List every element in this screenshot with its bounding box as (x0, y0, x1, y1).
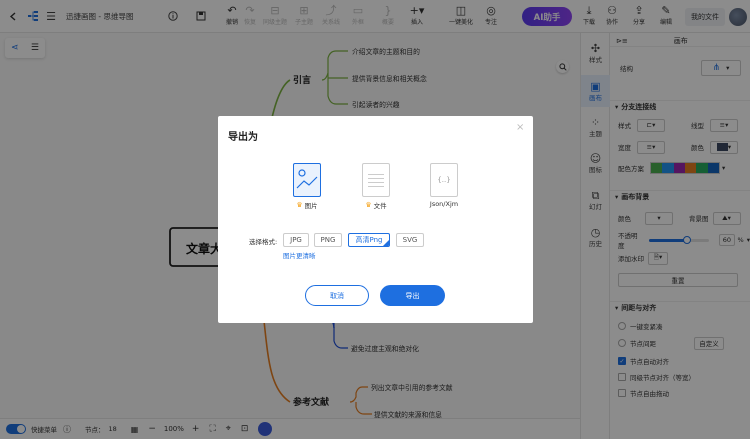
cancel-button[interactable]: 取消 (305, 285, 369, 306)
json-icon: {..} (430, 163, 458, 197)
export-type-image[interactable]: ♛ 图片 (285, 163, 329, 215)
format-hd-png-label: 高清Png (355, 236, 383, 244)
format-png-button[interactable]: PNG (314, 233, 342, 247)
export-type-json-label: Json/Xjm (429, 200, 459, 208)
crown-icon: ♛ (296, 201, 303, 209)
close-icon[interactable]: × (516, 122, 524, 133)
export-type-file-label: 文件 (373, 202, 387, 210)
export-dialog: 导出为 × ♛ 图片 ♛ 文件 {..} Json/Xjm 选择格式: JPG … (218, 116, 533, 323)
format-jpg-button[interactable]: JPG (283, 233, 309, 247)
export-type-json[interactable]: {..} Json/Xjm (422, 163, 466, 215)
format-label: 选择格式: (249, 238, 278, 246)
dialog-title: 导出为 (228, 132, 258, 143)
image-icon (293, 163, 321, 197)
export-button[interactable]: 导出 (380, 285, 445, 306)
format-svg-button[interactable]: SVG (396, 233, 424, 247)
format-hd-png-button[interactable]: 高清Png (348, 233, 390, 247)
export-type-file[interactable]: ♛ 文件 (354, 163, 398, 215)
selected-corner-icon (383, 240, 389, 246)
document-icon (362, 163, 390, 197)
format-hint: 图片更清晰 (283, 252, 316, 260)
app-window: ☰ 迅捷画图 - 思维导图 ↶ 撤销 ↷ 恢复 ⊟ 同级主题 ⊞ 子主题 ⤴ 关系线 ▭ 外… (0, 0, 750, 439)
crown-icon: ♛ (365, 201, 372, 209)
export-type-image-label: 图片 (304, 202, 318, 210)
